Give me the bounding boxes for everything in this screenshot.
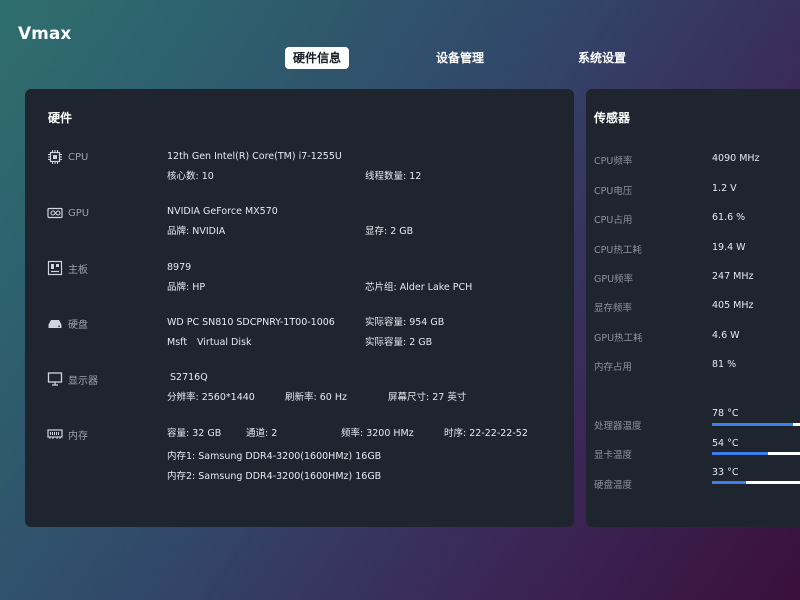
sensor-value-gpu-power: 4.6 W <box>712 330 740 341</box>
gpu-vram: 显存: 2 GB <box>365 226 414 237</box>
memory-icon <box>47 429 63 439</box>
tab-bar: 硬件信息 设备管理 系统设置 <box>0 47 800 69</box>
motherboard-label: 主板 <box>68 264 88 276</box>
tab-system-settings[interactable]: 系统设置 <box>578 47 626 69</box>
cpu-label: CPU <box>68 151 89 163</box>
cpu-temp-bar <box>712 423 800 426</box>
display-row-label: 显示器 <box>47 371 98 387</box>
memory-label: 内存 <box>68 430 88 442</box>
disk-temp-label: 硬盘温度 <box>594 480 633 491</box>
gpu-temp-label: 显卡温度 <box>594 450 633 461</box>
memory-channels: 通道: 2 <box>246 428 278 439</box>
motherboard-brand: 品牌: HP <box>167 282 206 293</box>
tab-device-management[interactable]: 设备管理 <box>436 47 484 69</box>
display-refresh: 刷新率: 60 Hz <box>285 392 347 403</box>
sensor-value-cpu-freq: 4090 MHz <box>712 153 760 164</box>
sensor-label-gpu-power: GPU热工耗 <box>594 333 643 344</box>
disk-temp-value: 33 °C <box>712 467 739 478</box>
gpu-temp-value: 54 °C <box>712 438 739 449</box>
cpu-row-label: CPU <box>47 149 88 165</box>
memory-capacity: 容量: 32 GB <box>167 428 222 439</box>
disk-label: 硬盘 <box>68 319 88 331</box>
sensor-label-memory-usage: 内存占用 <box>594 362 633 373</box>
sensor-label-gpu-freq: GPU频率 <box>594 274 634 285</box>
gpu-temp-bar-fill <box>712 452 769 455</box>
tab-hardware-info[interactable]: 硬件信息 <box>285 47 350 69</box>
hardware-panel-title: 硬件 <box>48 111 73 125</box>
sensor-label-cpu-usage: CPU占用 <box>594 215 633 226</box>
disk-icon <box>48 320 62 328</box>
gpu-brand: 品牌: NVIDIA <box>167 226 226 237</box>
sensor-label-cpu-power: CPU热工耗 <box>594 245 642 256</box>
sensor-value-vram-freq: 405 MHz <box>712 300 754 311</box>
cpu-name: 12th Gen Intel(R) Core(TM) i7-1255U <box>167 151 342 162</box>
disk2-name: Virtual Disk <box>197 337 252 348</box>
sensor-value-cpu-power: 19.4 W <box>712 242 746 253</box>
memory-stick-1: 内存1: Samsung DDR4-3200(1600HMz) 16GB <box>167 451 382 462</box>
gpu-temp-bar <box>712 452 800 455</box>
hardware-panel: 硬件 CPU 12th Gen Intel(R) Core(TM) i7-125… <box>25 89 574 527</box>
motherboard-row-label: 主板 <box>47 260 88 276</box>
display-size: 屏幕尺寸: 27 英寸 <box>388 392 467 403</box>
sensor-panel: 传感器 CPU频率 4090 MHz CPU电压 1.2 V CPU占用 61.… <box>586 89 800 527</box>
sensor-label-cpu-voltage: CPU电压 <box>594 186 633 197</box>
disk-row-label: 硬盘 <box>47 315 88 331</box>
cpu-icon <box>48 150 62 164</box>
cpu-temp-label: 处理器温度 <box>594 421 642 432</box>
memory-stick-2: 内存2: Samsung DDR4-3200(1600HMz) 16GB <box>167 471 382 482</box>
display-name: S2716Q <box>170 372 208 383</box>
cpu-cores: 核心数: 10 <box>167 171 214 182</box>
disk1-capacity: 实际容量: 954 GB <box>365 317 445 328</box>
gpu-name: NVIDIA GeForce MX570 <box>167 206 278 217</box>
disk2-capacity: 实际容量: 2 GB <box>365 337 433 348</box>
sensor-value-gpu-freq: 247 MHz <box>712 271 754 282</box>
app-title: Vmax <box>18 24 72 44</box>
disk-temp-bar <box>712 481 800 484</box>
motherboard-name: 8979 <box>167 262 192 273</box>
sensor-label-vram-freq: 显存频率 <box>594 303 633 314</box>
display-label: 显示器 <box>68 375 98 387</box>
cpu-temp-value: 78 °C <box>712 408 739 419</box>
memory-row-label: 内存 <box>47 426 88 442</box>
disk1-name: WD PC SN810 SDCPNRY-1T00-1006 <box>167 317 335 328</box>
motherboard-icon <box>47 260 63 276</box>
motherboard-chipset: 芯片组: Alder Lake PCH <box>365 282 473 293</box>
sensor-value-cpu-voltage: 1.2 V <box>712 183 737 194</box>
gpu-label: GPU <box>68 207 90 219</box>
cpu-threads: 线程数量: 12 <box>365 171 422 182</box>
sensor-label-cpu-freq: CPU频率 <box>594 156 633 167</box>
disk2-vendor: Msft <box>167 337 188 348</box>
disk-temp-bar-fill <box>712 481 747 484</box>
sensor-value-memory-usage: 81 % <box>712 359 737 370</box>
monitor-icon <box>47 372 63 386</box>
cpu-temp-bar-fill <box>712 423 794 426</box>
sensor-value-cpu-usage: 61.6 % <box>712 212 746 223</box>
display-resolution: 分辨率: 2560*1440 <box>167 392 255 403</box>
memory-timing: 时序: 22-22-22-52 <box>444 428 528 439</box>
memory-frequency: 频率: 3200 HMz <box>341 428 414 439</box>
gpu-icon <box>47 207 63 219</box>
sensor-panel-title: 传感器 <box>594 111 631 125</box>
gpu-row-label: GPU <box>47 205 89 221</box>
